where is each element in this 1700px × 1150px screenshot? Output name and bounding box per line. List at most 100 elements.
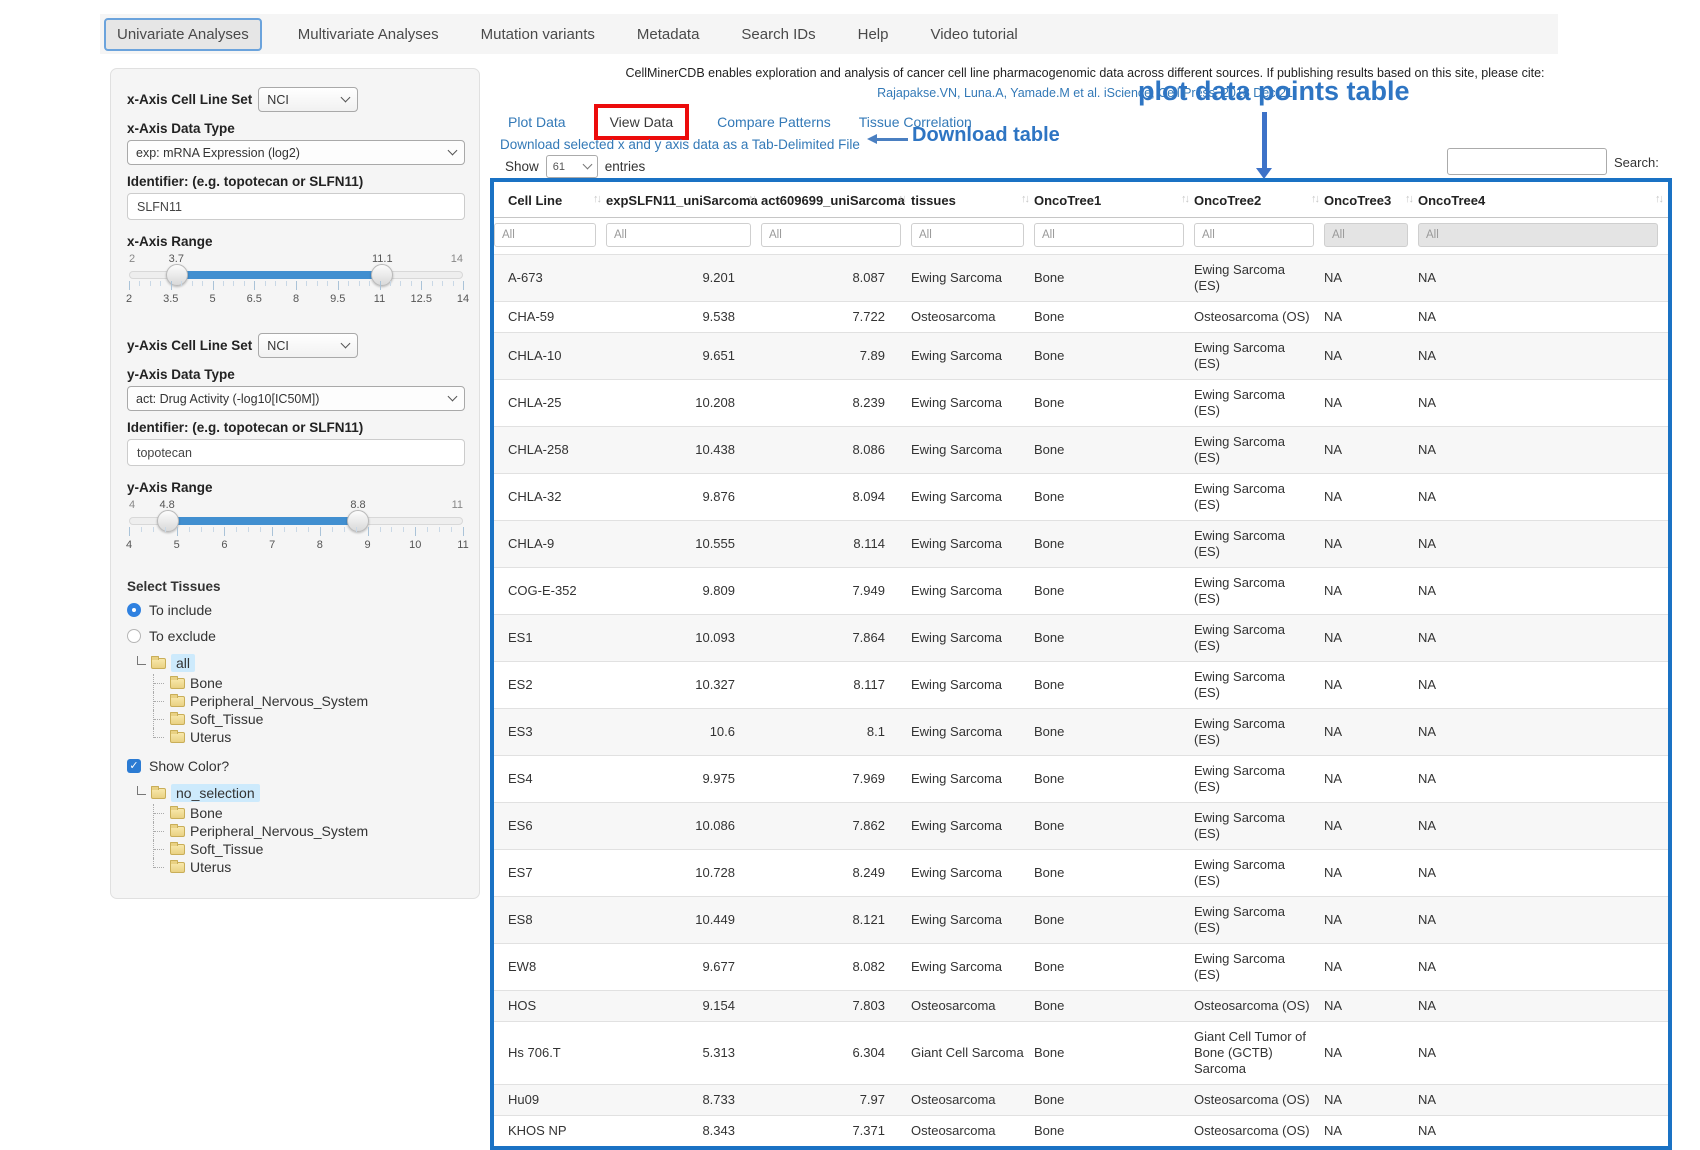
table-cell: Ewing Sarcoma (911, 897, 1034, 944)
table-cell: Ewing Sarcoma (ES) (1194, 333, 1324, 380)
table-cell: Ewing Sarcoma (ES) (1194, 662, 1324, 709)
folder-icon (170, 714, 185, 725)
column-header-oncotree1[interactable]: OncoTree1↑↓ (1034, 182, 1194, 218)
y-range-grid: 4567891011 (129, 527, 463, 553)
nav-tab-multivariate-analyses[interactable]: Multivariate Analyses (292, 19, 445, 50)
tree-node-soft-tissue[interactable]: Soft_Tissue (153, 840, 465, 858)
tree-node-uterus[interactable]: Uterus (153, 858, 465, 876)
tree-node-bone[interactable]: Bone (153, 674, 465, 692)
table-row: COG-E-3529.8097.949Ewing SarcomaBoneEwin… (494, 568, 1668, 615)
table-cell: Ewing Sarcoma (911, 333, 1034, 380)
filter-input-oncotree4[interactable] (1418, 223, 1658, 247)
table-cell: Ewing Sarcoma (911, 474, 1034, 521)
show-color-checkbox[interactable]: ✓ Show Color? (127, 758, 465, 774)
column-header-cell-line[interactable]: Cell Line↑↓ (494, 182, 606, 218)
y-identifier-input[interactable] (127, 439, 465, 466)
x-range-grid: 23.556.589.51112.514 (129, 281, 463, 307)
tree-node-all[interactable]: all (137, 654, 465, 672)
nav-tab-mutation-variants[interactable]: Mutation variants (475, 19, 601, 50)
filter-input-oncotree1[interactable] (1034, 223, 1184, 247)
column-header-oncotree4[interactable]: OncoTree4↑↓ (1418, 182, 1668, 218)
table-cell: NA (1418, 427, 1668, 474)
tree-node-label: Soft_Tissue (190, 711, 263, 727)
tree-connector (153, 710, 165, 728)
filter-input-cell-line[interactable] (494, 223, 596, 247)
tab-compare-patterns[interactable]: Compare Patterns (717, 114, 831, 130)
column-header-act609699-unisarcoma[interactable]: act609699_uniSarcoma↑↓ (761, 182, 911, 218)
table-cell: ES6 (494, 803, 606, 850)
sort-icon[interactable]: ↑↓ (1311, 193, 1318, 205)
table-cell: Ewing Sarcoma (ES) (1194, 474, 1324, 521)
nav-tab-univariate-analyses[interactable]: Univariate Analyses (104, 18, 262, 51)
data-points-table-wrap: Cell Line↑↓expSLFN11_uniSarcoma↑↓act6096… (490, 178, 1672, 1150)
sort-icon[interactable]: ↑↓ (593, 193, 600, 205)
nav-tab-video-tutorial[interactable]: Video tutorial (924, 19, 1023, 50)
table-cell: KHOS NP (494, 1116, 606, 1147)
table-cell: 8.249 (761, 850, 911, 897)
filter-cell (1194, 218, 1324, 255)
folder-icon (170, 696, 185, 707)
table-cell: NA (1324, 709, 1418, 756)
x-range-tick-label: 6.5 (247, 293, 262, 305)
sort-icon[interactable]: ↑↓ (898, 193, 905, 205)
table-row: ES810.4498.121Ewing SarcomaBoneEwing Sar… (494, 897, 1668, 944)
citation-link[interactable]: Rajapakse.VN, Luna.A, Yamade.M et al. iS… (490, 86, 1680, 100)
table-cell: Bone (1034, 944, 1194, 991)
nav-tab-help[interactable]: Help (852, 19, 895, 50)
sort-icon[interactable]: ↑↓ (1021, 193, 1028, 205)
x-cell-line-set-select[interactable]: NCI (258, 87, 358, 112)
filter-input-oncotree2[interactable] (1194, 223, 1314, 247)
nav-tab-metadata[interactable]: Metadata (631, 19, 706, 50)
x-range-max-label: 14 (451, 253, 463, 265)
table-cell: Ewing Sarcoma (911, 756, 1034, 803)
table-cell: COG-E-352 (494, 568, 606, 615)
filter-input-act609699-unisarcoma[interactable] (761, 223, 901, 247)
table-row: CHLA-910.5558.114Ewing SarcomaBoneEwing … (494, 521, 1668, 568)
select-tissues-label: Select Tissues (127, 579, 465, 594)
tree-node-peripheral-nervous-system[interactable]: Peripheral_Nervous_System (153, 692, 465, 710)
tree-node-peripheral-nervous-system[interactable]: Peripheral_Nervous_System (153, 822, 465, 840)
tree-node-label: Uterus (190, 729, 231, 745)
filter-input-tissues[interactable] (911, 223, 1024, 247)
table-cell: 8.733 (606, 1085, 761, 1116)
tree-node-no-selection[interactable]: no_selection (137, 784, 465, 802)
column-header-tissues[interactable]: tissues↑↓ (911, 182, 1034, 218)
table-cell: Bone (1034, 709, 1194, 756)
filter-input-oncotree3[interactable] (1324, 223, 1408, 247)
table-cell: 9.538 (606, 302, 761, 333)
table-cell: Ewing Sarcoma (911, 568, 1034, 615)
tab-plot-data[interactable]: Plot Data (508, 114, 566, 130)
y-cell-line-set-value: NCI (267, 339, 289, 353)
sort-icon[interactable]: ↑↓ (748, 193, 755, 205)
tree-node-soft-tissue[interactable]: Soft_Tissue (153, 710, 465, 728)
tissue-radio-to-exclude[interactable]: To exclude (127, 628, 465, 644)
tree-node-uterus[interactable]: Uterus (153, 728, 465, 746)
column-header-oncotree2[interactable]: OncoTree2↑↓ (1194, 182, 1324, 218)
tree-node-bone[interactable]: Bone (153, 804, 465, 822)
table-cell: 8.239 (761, 380, 911, 427)
search-input[interactable] (1447, 148, 1607, 175)
column-header-expslfn11-unisarcoma[interactable]: expSLFN11_uniSarcoma↑↓ (606, 182, 761, 218)
table-cell: 7.97 (761, 1085, 911, 1116)
sort-icon[interactable]: ↑↓ (1181, 193, 1188, 205)
radio-selected-icon (127, 603, 141, 617)
chevron-down-icon (341, 93, 351, 103)
x-data-type-label: x-Axis Data Type (127, 121, 465, 136)
sort-icon[interactable]: ↑↓ (1655, 193, 1662, 205)
entries-count-select[interactable]: 61 (546, 155, 598, 178)
tab-view-data[interactable]: View Data (594, 104, 690, 140)
y-cell-line-set-select[interactable]: NCI (258, 333, 358, 358)
download-tab-delimited-link[interactable]: Download selected x and y axis data as a… (500, 137, 860, 152)
filter-input-expslfn11-unisarcoma[interactable] (606, 223, 751, 247)
y-data-type-select[interactable]: act: Drug Activity (-log10[IC50M]) (127, 386, 465, 411)
x-identifier-input[interactable] (127, 193, 465, 220)
x-data-type-select[interactable]: exp: mRNA Expression (log2) (127, 140, 465, 165)
nav-tab-search-ids[interactable]: Search IDs (735, 19, 821, 50)
column-header-oncotree3[interactable]: OncoTree3↑↓ (1324, 182, 1418, 218)
table-cell: Ewing Sarcoma (911, 803, 1034, 850)
tissue-radio-to-include[interactable]: To include (127, 602, 465, 618)
y-range-tick-label: 11 (457, 539, 468, 551)
checkbox-checked-icon: ✓ (127, 759, 141, 773)
sort-icon[interactable]: ↑↓ (1405, 193, 1412, 205)
table-cell: 7.371 (761, 1116, 911, 1147)
